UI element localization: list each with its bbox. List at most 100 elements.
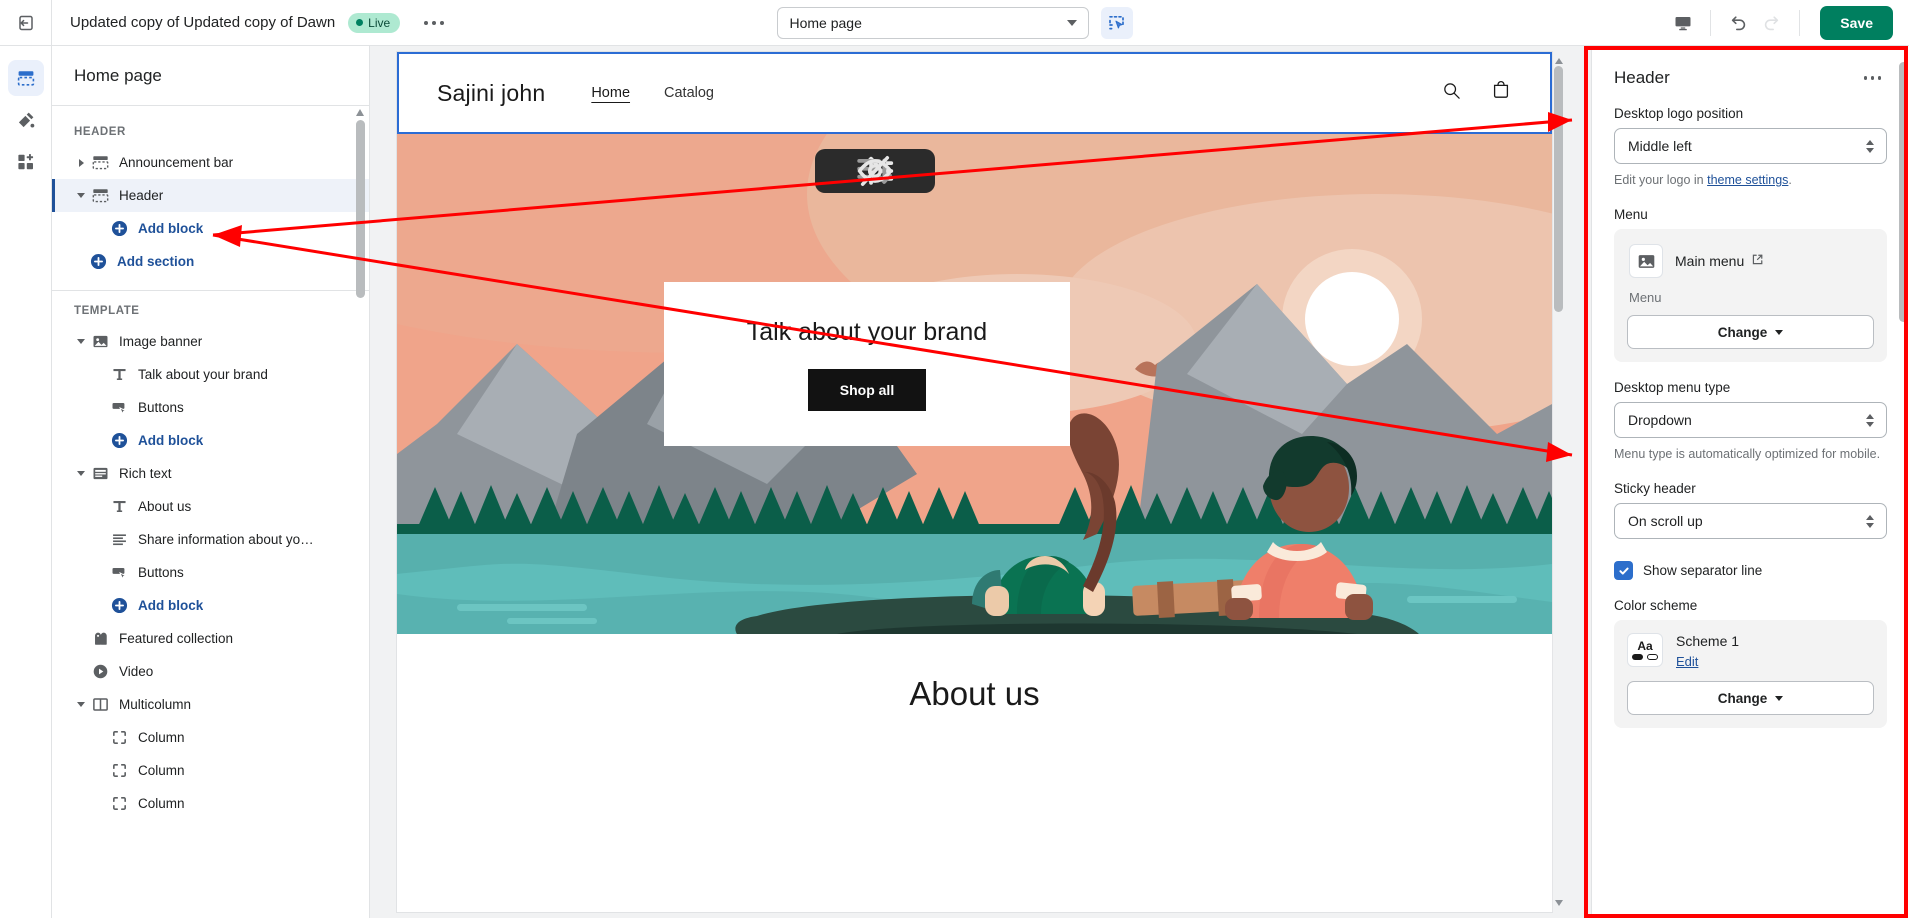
sidebar-item-buttons-1[interactable]: Buttons: [52, 391, 369, 424]
color-scheme-row[interactable]: Aa Scheme 1 Edit: [1627, 633, 1874, 681]
show-separator-row[interactable]: Show separator line: [1614, 561, 1887, 581]
color-scheme-edit-link[interactable]: Edit: [1676, 654, 1739, 669]
menu-type-help-text: Menu type is automatically optimized for…: [1614, 447, 1881, 462]
sidebar-item-label: Image banner: [119, 334, 203, 349]
sidebar-item-multicolumn[interactable]: Multicolumn: [52, 688, 369, 721]
sidebar-item-label: Share information about yo…: [138, 532, 314, 547]
color-scheme-name: Scheme 1: [1676, 633, 1740, 650]
chevron-down-icon[interactable]: [74, 193, 88, 198]
settings-title: Header: [1614, 68, 1670, 87]
sidebar-add-block-rich-text[interactable]: Add block: [52, 589, 369, 622]
color-scheme-info: Scheme 1 Edit: [1676, 633, 1739, 669]
sidebar-item-header[interactable]: Header: [52, 179, 369, 212]
sidebar-add-block-header[interactable]: Add block: [52, 212, 369, 245]
nav-link-catalog[interactable]: Catalog: [664, 85, 714, 101]
sticky-header-select[interactable]: On scroll up: [1614, 503, 1887, 540]
sticky-header-value: On scroll up: [1628, 513, 1703, 530]
sidebar-item-column-2[interactable]: Column: [52, 754, 369, 787]
sidebar-item-image-banner[interactable]: Image banner: [52, 325, 369, 358]
sidebar-item-column-1[interactable]: Column: [52, 721, 369, 754]
rich-text-icon: [90, 465, 110, 482]
sidebar-add-section[interactable]: Add section: [52, 245, 369, 278]
hero-content-card: Talk about your brand Shop all: [664, 282, 1070, 446]
select-element-icon[interactable]: [1100, 6, 1133, 39]
sidebar-item-featured-collection[interactable]: Featured collection: [52, 622, 369, 655]
sidebar-item-column-3[interactable]: Column: [52, 787, 369, 820]
settings-more-menu-button[interactable]: [1858, 70, 1888, 86]
desktop-logo-position-select[interactable]: Middle left: [1614, 128, 1887, 164]
image-icon: [1629, 244, 1663, 279]
color-scheme-change-label: Change: [1717, 690, 1768, 706]
theme-settings-link[interactable]: theme settings: [1707, 173, 1788, 187]
sidebar-item-buttons-2[interactable]: Buttons: [52, 556, 369, 589]
dot: [1863, 76, 1867, 80]
plus-circle-icon: [109, 220, 129, 237]
save-button[interactable]: Save: [1820, 5, 1893, 40]
chevron-right-icon[interactable]: [74, 158, 88, 167]
rich-text-section[interactable]: About us: [397, 634, 1552, 754]
external-link-icon[interactable]: [1751, 253, 1764, 269]
logo-help-text: Edit your logo in theme settings.: [1614, 171, 1887, 189]
sidebar-item-about-us[interactable]: About us: [52, 490, 369, 523]
button-icon: [109, 399, 129, 416]
sidebar-item-announcement-bar[interactable]: Announcement bar: [52, 146, 369, 179]
sidebar-scroll-area: HEADER Announcement bar Header Add block…: [52, 106, 369, 918]
chevron-down-icon[interactable]: [74, 339, 88, 344]
chevron-down-icon[interactable]: [74, 702, 88, 707]
sidebar-item-talk-about-your-brand[interactable]: Talk about your brand: [52, 358, 369, 391]
desktop-logo-position-label: Desktop logo position: [1614, 106, 1744, 121]
rail-item-sections[interactable]: [7, 60, 44, 96]
settings-scrollbar-thumb[interactable]: [1899, 62, 1908, 322]
shopping-bag-icon[interactable]: [1490, 80, 1512, 107]
menu-card-row[interactable]: Main menu: [1627, 242, 1874, 291]
desktop-icon[interactable]: [1666, 6, 1700, 40]
nav-link-home[interactable]: Home: [591, 85, 630, 101]
chevron-down-icon[interactable]: [74, 471, 88, 476]
sidebar-item-label: Video: [119, 664, 154, 679]
settings-header: Header: [1614, 46, 1887, 106]
menu-change-button[interactable]: Change: [1627, 315, 1874, 350]
multicolumn-icon: [90, 696, 110, 713]
image-banner-section[interactable]: Talk about your brand Shop all: [397, 134, 1552, 634]
preview-scrollbar-thumb[interactable]: [1554, 66, 1563, 312]
sidebar-item-share-information[interactable]: Share information about yo…: [52, 523, 369, 556]
page-selector-value: Home page: [789, 14, 862, 31]
desktop-logo-position-value: Middle left: [1628, 138, 1692, 154]
chevron-down-icon: [1775, 695, 1784, 701]
show-separator-checkbox[interactable]: [1614, 561, 1633, 581]
rail-item-apps[interactable]: [8, 144, 44, 180]
sidebar-item-video[interactable]: Video: [52, 655, 369, 688]
rail-item-theme-settings[interactable]: [8, 102, 44, 138]
top-bar-left: Updated copy of Updated copy of Dawn Liv…: [0, 0, 452, 46]
sidebar-group-label-header: HEADER: [74, 126, 126, 138]
desktop-menu-type-select[interactable]: Dropdown: [1614, 402, 1887, 439]
eye-slash-icon[interactable]: [857, 156, 923, 186]
undo-icon[interactable]: [1721, 6, 1755, 40]
sidebar-add-block-image-banner[interactable]: Add block: [52, 424, 369, 457]
theme-editor: Updated copy of Updated copy of Dawn Liv…: [0, 0, 1909, 918]
color-scheme-swatch-icon: Aa: [1627, 633, 1663, 668]
dot: [440, 20, 445, 25]
page-selector[interactable]: Home page: [776, 6, 1089, 39]
preview-scrollbar[interactable]: [1552, 52, 1564, 912]
sidebar-scrollbar-thumb[interactable]: [356, 120, 365, 298]
menu-card-title: Main menu: [1675, 253, 1745, 270]
swatch-pills: [1632, 654, 1658, 661]
theme-name: Updated copy of Updated copy of Dawn: [70, 14, 336, 31]
desktop-menu-type-value: Dropdown: [1628, 412, 1692, 429]
storefront-preview: Header Sajini john Home Catalog: [397, 52, 1552, 912]
top-bar: Updated copy of Updated copy of Dawn Liv…: [0, 0, 1909, 46]
preview-area: Header Sajini john Home Catalog: [370, 46, 1591, 918]
shop-all-button[interactable]: Shop all: [807, 368, 927, 411]
sidebar-scroll-up-arrow[interactable]: [355, 106, 365, 118]
theme-more-menu-button[interactable]: [416, 13, 452, 33]
sidebar-group-label-template: TEMPLATE: [74, 305, 140, 317]
preview-scroll-down-arrow[interactable]: [1553, 896, 1565, 910]
color-scheme-change-button[interactable]: Change: [1627, 681, 1874, 716]
exit-icon[interactable]: [0, 0, 52, 46]
stepper-arrows-icon: [1866, 514, 1874, 528]
preview-header-section[interactable]: Header Sajini john Home Catalog: [397, 52, 1552, 134]
sidebar-item-label: Column: [138, 730, 185, 745]
sidebar-item-rich-text[interactable]: Rich text: [52, 457, 369, 490]
search-icon[interactable]: [1441, 80, 1462, 106]
